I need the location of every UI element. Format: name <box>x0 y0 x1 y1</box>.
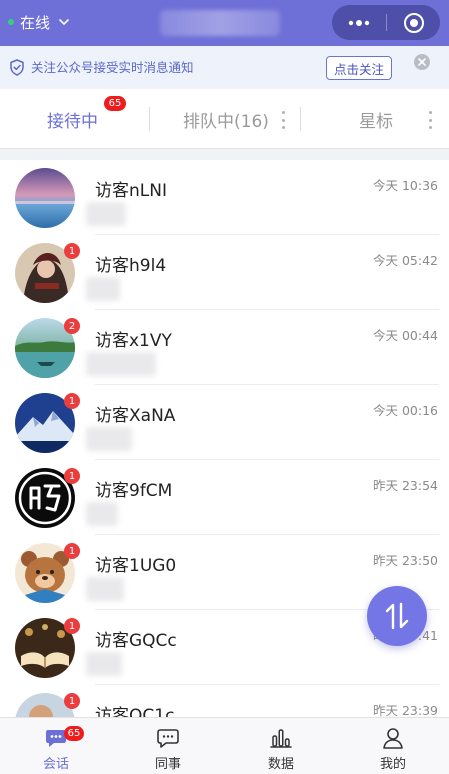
message-time: 昨天 23:50 <box>373 553 438 568</box>
message-time: 今天 05:42 <box>373 253 438 268</box>
close-miniprogram-button[interactable] <box>387 5 440 40</box>
online-dot-icon <box>8 19 14 25</box>
blurred-title <box>160 10 280 36</box>
tab-queue[interactable]: 排队中(16) <box>183 107 269 132</box>
conversation-row[interactable]: 1 访客h9l4 今天 05:42 <box>0 235 449 310</box>
nav-label: 数据 <box>267 757 294 772</box>
blurred-preview <box>86 352 156 376</box>
nav-label: 我的 <box>379 757 406 772</box>
top-bar: 在线 <box>0 0 449 46</box>
sort-arrows-icon <box>385 602 409 630</box>
message-square-icon <box>153 727 183 749</box>
sunset-sea-avatar <box>15 168 75 228</box>
blurred-preview <box>86 277 120 301</box>
blurred-preview <box>86 652 122 676</box>
bar-chart-icon <box>266 727 296 749</box>
nav-colleagues[interactable]: 同事 <box>112 718 224 774</box>
unread-badge: 1 <box>64 393 80 409</box>
nav-data[interactable]: 数据 <box>225 718 337 774</box>
online-status-dropdown[interactable]: 在线 <box>8 12 70 32</box>
visitor-name: 访客9fCM <box>95 481 173 501</box>
tab-starred[interactable]: 星标 <box>359 107 393 132</box>
status-label: 在线 <box>20 13 51 32</box>
conversation-row[interactable]: 1 访客XaNA 今天 00:16 <box>0 385 449 460</box>
sort-fab-button[interactable] <box>367 586 427 646</box>
conversation-list: 访客nLNI 今天 10:36 1 访客h9l4 今天 05:42 2 访客x1… <box>0 160 449 760</box>
nav-chat[interactable]: 65 会话 <box>0 718 112 774</box>
tab-bar: 接待中 65 排队中(16) 星标 <box>0 89 449 149</box>
tab-divider <box>300 107 301 131</box>
notice-text: 关注公众号接受实时消息通知 <box>31 60 194 75</box>
message-time: 今天 00:16 <box>373 403 438 418</box>
visitor-name: 访客x1VY <box>95 331 172 351</box>
avatar <box>15 168 75 228</box>
close-notice-button[interactable] <box>414 54 430 70</box>
starred-menu-icon[interactable] <box>428 111 432 129</box>
nav-profile[interactable]: 我的 <box>337 718 449 774</box>
conversation-row[interactable]: 访客nLNI 今天 10:36 <box>0 160 449 235</box>
visitor-name: 访客GQCc <box>95 631 177 651</box>
nav-label: 同事 <box>154 757 181 772</box>
blurred-preview <box>86 202 126 226</box>
target-circle-icon <box>403 12 424 33</box>
notice-bar: 关注公众号接受实时消息通知 点击关注 <box>0 46 449 89</box>
chevron-down-icon <box>59 19 69 25</box>
blurred-preview <box>86 577 124 601</box>
serving-count-badge: 65 <box>104 96 126 111</box>
unread-badge: 1 <box>64 243 80 259</box>
unread-badge: 1 <box>64 543 80 559</box>
follow-button[interactable]: 点击关注 <box>326 56 392 80</box>
unread-badge: 1 <box>64 618 80 634</box>
message-time: 昨天 23:54 <box>373 478 438 493</box>
queue-menu-icon[interactable] <box>281 111 285 129</box>
visitor-name: 访客nLNI <box>95 181 167 201</box>
more-button[interactable] <box>332 5 386 40</box>
nav-label: 会话 <box>42 757 69 772</box>
user-icon <box>378 727 408 749</box>
blurred-preview <box>86 502 118 526</box>
bottom-nav: 65 会话 同事 数据 我的 <box>0 717 449 774</box>
visitor-name: 访客XaNA <box>95 406 176 426</box>
message-time: 今天 10:36 <box>373 178 438 193</box>
chat-count-badge: 65 <box>64 726 84 741</box>
more-dots-icon <box>348 19 370 26</box>
tab-divider <box>149 107 150 131</box>
visitor-name: 访客1UG0 <box>95 556 177 576</box>
message-time: 今天 00:44 <box>373 328 438 343</box>
conversation-row[interactable]: 2 访客x1VY 今天 00:44 <box>0 310 449 385</box>
visitor-name: 访客h9l4 <box>95 256 167 276</box>
blurred-preview <box>86 427 132 451</box>
app-page: 在线 关注公众号接受实时消息通知 点击关注 接待中 65 排队中(16) 星标 … <box>0 0 449 774</box>
conversation-row[interactable]: 1 访客9fCM 昨天 23:54 <box>0 460 449 535</box>
unread-badge: 1 <box>64 468 80 484</box>
close-icon <box>418 58 426 66</box>
shield-check-icon <box>10 59 24 76</box>
unread-badge: 1 <box>64 693 80 709</box>
section-gap <box>0 149 449 160</box>
tab-serving[interactable]: 接待中 <box>47 107 98 132</box>
miniprogram-capsule <box>332 5 440 40</box>
unread-badge: 2 <box>64 318 80 334</box>
